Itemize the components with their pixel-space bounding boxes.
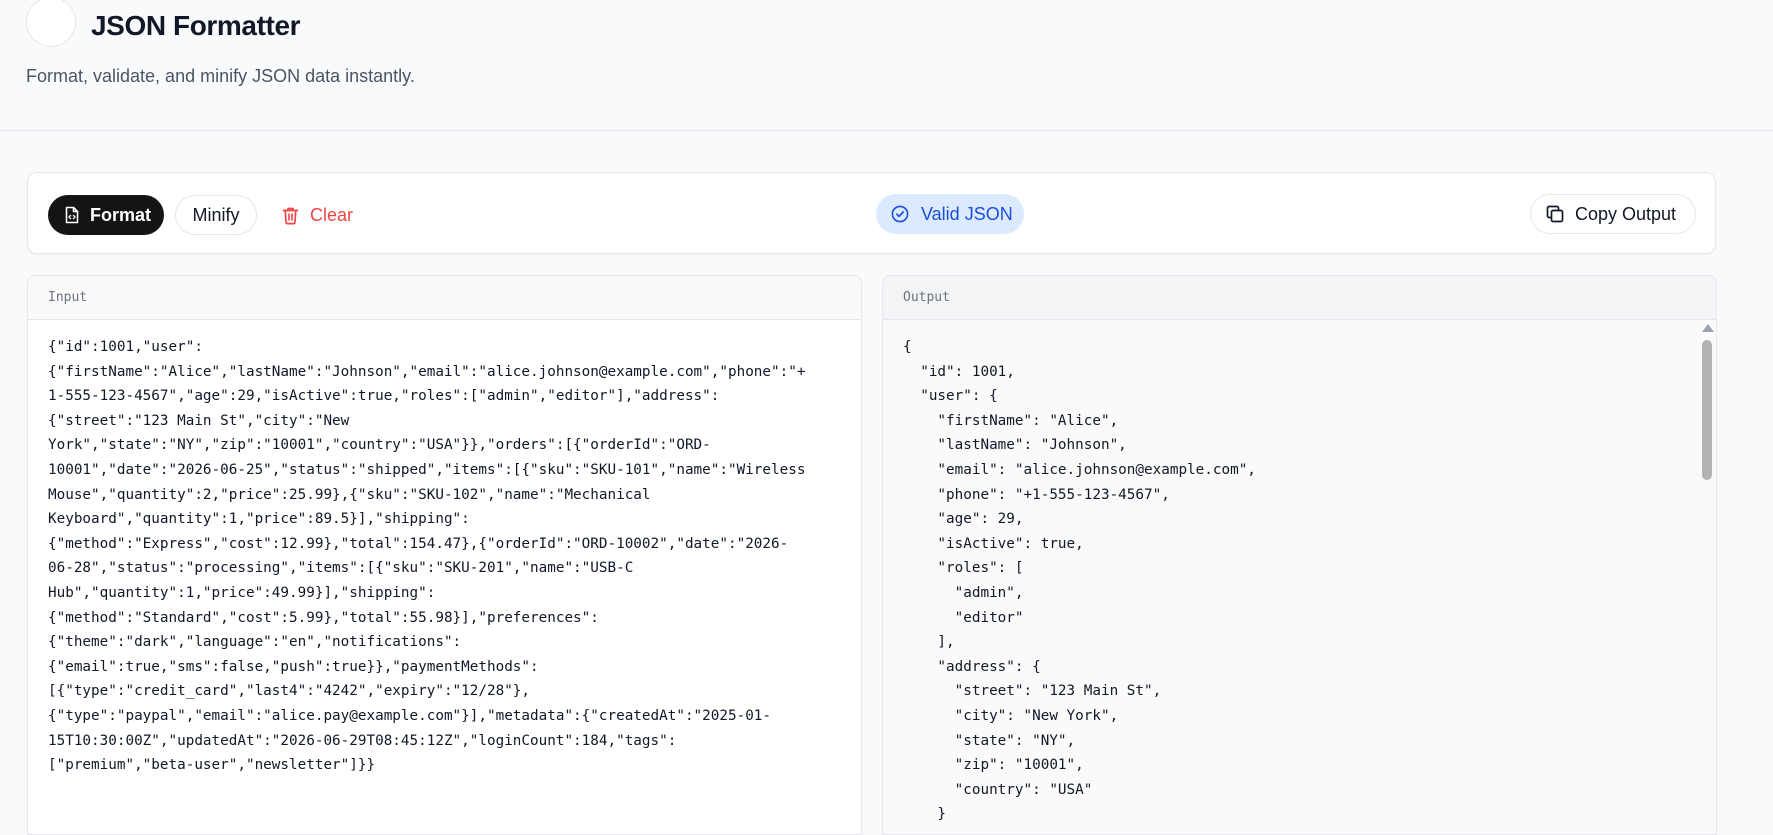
input-line: Keyboard","quantity":1,"price":89.5}],"s…: [48, 511, 470, 528]
copy-output-button[interactable]: Copy Output: [1530, 194, 1696, 234]
trash-icon: [282, 206, 299, 225]
output-line: "lastName": "Johnson",: [903, 437, 1127, 454]
input-line: [{"type":"credit_card","last4":"4242","e…: [48, 683, 531, 700]
output-panel-header: Output: [883, 276, 1716, 320]
input-line: {"method":"Standard","cost":5.99},"total…: [48, 609, 599, 626]
input-line: 10001","date":"2026-06-25","status":"shi…: [48, 461, 806, 478]
clear-label: Clear: [310, 204, 354, 225]
input-line: 15T10:30:00Z","updatedAt":"2026-06-29T08…: [48, 732, 677, 749]
output-line: "email": "alice.johnson@example.com",: [903, 461, 1256, 478]
minify-label: Minify: [192, 204, 240, 225]
copy-icon: [1546, 205, 1564, 223]
check-circle-icon: [891, 205, 909, 223]
input-line: {"theme":"dark","language":"en","notific…: [48, 634, 462, 651]
output-panel: Output { "id": 1001, "user": { "firstNam…: [882, 275, 1717, 835]
format-label: Format: [90, 204, 152, 225]
input-line: {"street":"123 Main St","city":"New: [48, 412, 350, 429]
input-line: ["premium","beta-user","newsletter"]}}: [48, 757, 376, 774]
output-line: "city": "New York",: [903, 707, 1119, 724]
status-label: Valid JSON: [921, 203, 1013, 224]
output-line: "street": "123 Main St",: [903, 683, 1162, 700]
input-panel: Input {"id":1001,"user": {"firstName":"Al…: [27, 275, 862, 835]
output-line: "editor": [903, 609, 1024, 626]
input-line: {"firstName":"Alice","lastName":"Johnson…: [48, 363, 806, 380]
output-line: }: [903, 806, 947, 823]
output-line: "country": "USA": [903, 781, 1093, 798]
format-button[interactable]: Format: [48, 195, 164, 235]
file-code-icon: [64, 206, 80, 224]
logo-icon: [26, 0, 76, 47]
app-header: JSON Formatter Format, validate, and min…: [0, 0, 1773, 131]
output-scrollbar[interactable]: [1699, 320, 1716, 834]
input-panel-header: Input: [28, 276, 861, 320]
output-line: "admin",: [903, 584, 1024, 601]
output-line: "id": 1001,: [903, 363, 1015, 380]
input-line: {"type":"paypal","email":"alice.pay@exam…: [48, 707, 772, 724]
input-line: {"id":1001,"user":: [48, 339, 203, 355]
output-line: ],: [903, 634, 955, 651]
status-badge: Valid JSON: [876, 194, 1024, 234]
input-line: Mouse","quantity":2,"price":25.99},{"sku…: [48, 486, 651, 503]
scroll-up-arrow-icon[interactable]: [1702, 324, 1714, 332]
input-line: 1-555-123-4567","age":29,"isActive":true…: [48, 388, 720, 405]
output-line: "age": 29,: [903, 511, 1024, 528]
input-line: York","state":"NY","zip":"10001","countr…: [48, 437, 711, 454]
output-line: "phone": "+1-555-123-4567",: [903, 486, 1170, 503]
input-label: Input: [48, 290, 88, 305]
minify-button[interactable]: Minify: [175, 195, 257, 235]
output-line: "zip": "10001",: [903, 757, 1084, 774]
output-line: "roles": [: [903, 560, 1024, 577]
output-line: "state": "NY",: [903, 732, 1076, 749]
output-line: "isActive": true,: [903, 535, 1084, 552]
scroll-thumb[interactable]: [1702, 340, 1712, 480]
input-line: 06-28","status":"processing","items":[{"…: [48, 560, 634, 577]
output-line: {: [903, 339, 912, 355]
page-title: JSON Formatter: [91, 10, 301, 41]
output-line: "firstName": "Alice",: [903, 412, 1119, 429]
copy-output-label: Copy Output: [1575, 203, 1677, 224]
output-line: "user": {: [903, 388, 998, 405]
input-textarea[interactable]: {"id":1001,"user": {"firstName":"Alice","…: [28, 320, 861, 834]
toolbar: Format Minify Clear Valid JSON Copy Outp…: [27, 172, 1716, 254]
input-line: {"email":true,"sms":false,"push":true}},…: [48, 658, 539, 675]
output-line: "address": {: [903, 658, 1041, 675]
input-code: {"id":1001,"user": {"firstName":"Alice","…: [48, 335, 805, 778]
clear-button[interactable]: Clear: [278, 195, 368, 235]
output-label: Output: [903, 290, 950, 305]
input-line: {"method":"Express","cost":12.99},"total…: [48, 535, 789, 552]
output-textarea[interactable]: { "id": 1001, "user": { "firstName": "Al…: [883, 320, 1716, 834]
output-code: { "id": 1001, "user": { "firstName": "Al…: [903, 335, 1256, 827]
page-subtitle: Format, validate, and minify JSON data i…: [26, 66, 415, 86]
input-line: Hub","quantity":1,"price":49.99}],"shipp…: [48, 584, 436, 601]
